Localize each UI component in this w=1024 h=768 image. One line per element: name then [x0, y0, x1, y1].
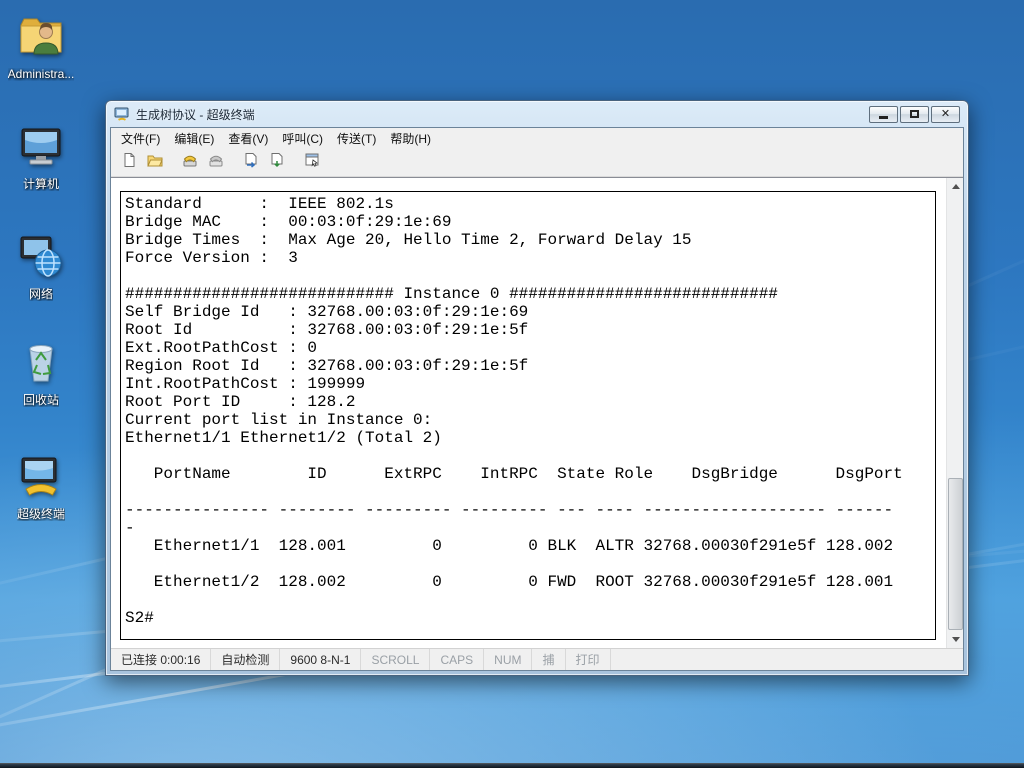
status-print-indicator: 打印: [566, 649, 611, 670]
status-connection: 已连接 0:00:16: [111, 649, 212, 670]
scroll-up-icon: [951, 184, 960, 189]
desktop-icon-administrator[interactable]: Administra...: [2, 12, 80, 81]
vertical-scrollbar[interactable]: [946, 178, 963, 648]
desktop-icon-label: 网络: [28, 288, 53, 301]
toolbar: [111, 149, 963, 177]
status-autodetect: 自动检测: [211, 649, 281, 670]
desktop-icon-recycle-bin[interactable]: 回收站: [2, 338, 80, 407]
terminal-screen[interactable]: Standard : IEEE 802.1s Bridge MAC : 00:03…: [120, 191, 936, 640]
receive-button[interactable]: [264, 151, 289, 174]
menu-transfer[interactable]: 传送(T): [330, 127, 383, 150]
scroll-up-button[interactable]: [947, 178, 964, 195]
maximize-icon: [910, 110, 919, 118]
open-button[interactable]: [142, 151, 167, 174]
desktop-icon-label: 计算机: [22, 178, 59, 191]
network-globe-icon: [17, 232, 65, 285]
hyperterminal-window: 生成树协议 - 超级终端 ✕ 文件(F) 编辑(E) 查看(V) 呼叫(C) 传…: [105, 100, 969, 676]
menu-file[interactable]: 文件(F): [114, 127, 167, 150]
taskbar[interactable]: [0, 763, 1024, 768]
minimize-icon: [879, 116, 888, 119]
hyperterminal-icon: [17, 452, 65, 505]
maximize-button[interactable]: [900, 105, 929, 123]
desktop-icon-label: Administra...: [7, 68, 75, 81]
status-num-indicator: NUM: [484, 649, 533, 670]
status-scroll-indicator: SCROLL: [361, 649, 431, 670]
recycle-bin-icon: [17, 338, 65, 391]
window-client-area: 文件(F) 编辑(E) 查看(V) 呼叫(C) 传送(T) 帮助(H) Stan…: [110, 127, 964, 671]
status-baud-settings: 9600 8-N-1: [280, 649, 362, 670]
desktop-icon-label: 回收站: [22, 394, 59, 407]
desktop: { "desktop": { "icons": [ { "name": "adm…: [0, 0, 1024, 768]
desktop-icon-label: 超级终端: [16, 508, 65, 521]
new-connection-icon: [121, 152, 137, 173]
menu-view[interactable]: 查看(V): [221, 127, 275, 150]
status-bar: 已连接 0:00:16 自动检测 9600 8-N-1 SCROLL CAPS …: [111, 648, 963, 670]
send-button[interactable]: [238, 151, 263, 174]
call-button[interactable]: [177, 151, 202, 174]
close-button[interactable]: ✕: [931, 105, 960, 123]
status-caps-indicator: CAPS: [430, 649, 485, 670]
administrator-folder-icon: [17, 12, 65, 65]
computer-monitor-icon: [17, 122, 65, 175]
window-titlebar[interactable]: 生成树协议 - 超级终端 ✕: [110, 101, 964, 127]
window-controls: ✕: [869, 105, 960, 123]
window-title: 生成树协议 - 超级终端: [136, 107, 255, 122]
menu-help[interactable]: 帮助(H): [383, 127, 438, 150]
scroll-down-icon: [951, 637, 960, 642]
send-file-icon: [243, 152, 259, 173]
properties-icon: [304, 152, 320, 173]
menu-edit[interactable]: 编辑(E): [167, 127, 221, 150]
properties-button[interactable]: [299, 151, 324, 174]
scroll-down-button[interactable]: [947, 631, 964, 648]
desktop-icon-network[interactable]: 网络: [2, 232, 80, 301]
menu-call[interactable]: 呼叫(C): [275, 127, 330, 150]
receive-file-icon: [269, 152, 285, 173]
desktop-icon-computer[interactable]: 计算机: [2, 122, 80, 191]
open-folder-icon: [146, 152, 163, 173]
disconnect-button[interactable]: [203, 151, 228, 174]
menu-bar: 文件(F) 编辑(E) 查看(V) 呼叫(C) 传送(T) 帮助(H): [111, 128, 963, 149]
terminal-area: Standard : IEEE 802.1s Bridge MAC : 00:03…: [111, 177, 963, 648]
scrollbar-thumb[interactable]: [948, 478, 963, 630]
desktop-icon-hyperterminal[interactable]: 超级终端: [2, 452, 80, 521]
status-capture-indicator: 捕: [532, 649, 566, 670]
new-connection-button[interactable]: [116, 151, 141, 174]
call-phone-icon: [182, 152, 198, 173]
window-icon: [114, 107, 130, 121]
close-icon: ✕: [940, 107, 951, 120]
hangup-phone-icon: [208, 152, 224, 173]
minimize-button[interactable]: [869, 105, 898, 123]
